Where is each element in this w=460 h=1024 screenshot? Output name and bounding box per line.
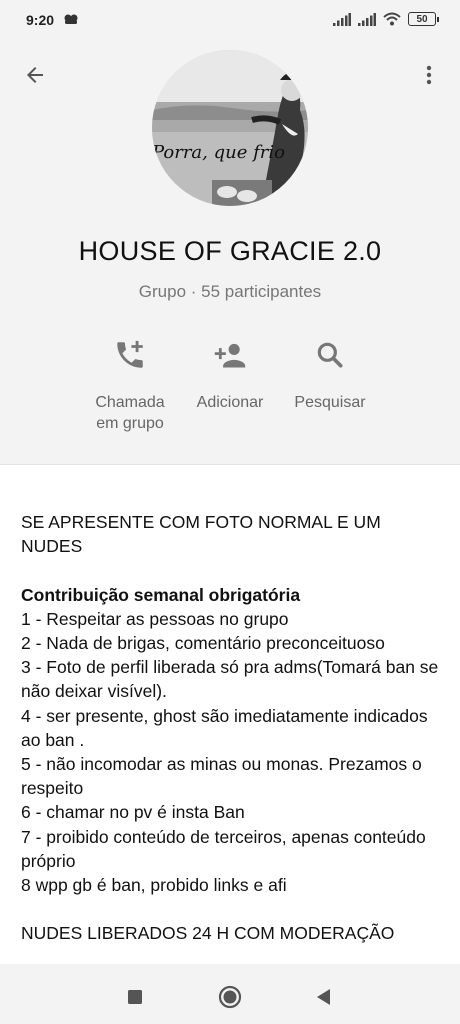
group-subtitle: Grupo · 55 participantes	[138, 282, 322, 301]
group-photo	[152, 50, 308, 206]
signal-icon	[333, 12, 351, 26]
section-divider	[0, 464, 460, 465]
rule-item: 5 - não incomodar as minas ou monas. Pre…	[21, 754, 422, 799]
group-title: HOUSE OF GRACIE 2.0	[78, 236, 382, 266]
wifi-icon	[383, 12, 401, 26]
battery-icon: 50	[408, 12, 439, 26]
status-time: 9:20	[26, 12, 55, 28]
description-footer: NUDES LIBERADOS 24 H COM MODERAÇÃO	[21, 923, 395, 944]
rule-item: 6 - chamar no pv é insta Ban	[21, 802, 245, 823]
person-add-icon	[214, 343, 246, 368]
arrow-back-icon	[27, 67, 43, 83]
rule-item: 2 - Nada de brigas, comentário preconcei…	[21, 633, 385, 653]
group-info-header: Porra, que frio HOUSE OF GRACIE 2.0 Grup…	[0, 40, 460, 464]
group-avatar[interactable]: Porra, que frio	[152, 50, 308, 206]
battery-level: 50	[416, 13, 428, 25]
add-participant-button[interactable]: Adicionar	[180, 338, 280, 413]
rule-item: 7 - proibido conteúdo de terceiros, apen…	[21, 826, 426, 871]
add-participant-label: Adicionar	[196, 394, 264, 411]
rule-item: 4 - ser presente, ghost são imediatament…	[21, 705, 428, 750]
more-options-button[interactable]	[412, 58, 446, 92]
search-icon	[317, 342, 343, 368]
recents-icon	[128, 990, 142, 1004]
group-call-label-line2: em grupo	[96, 415, 164, 432]
signal-icon-2	[358, 12, 376, 26]
back-button[interactable]	[18, 58, 52, 92]
description-heading: Contribuição semanal obrigatória	[21, 583, 446, 607]
back-nav-button[interactable]	[308, 982, 338, 1012]
add-call-icon	[117, 340, 143, 368]
status-bar: 9:20 50	[0, 0, 460, 40]
rule-item: 3 - Foto de perfil liberada só pra adms(…	[21, 657, 439, 702]
group-description: SE APRESENTE COM FOTO NORMAL E UM NUDES …	[21, 510, 446, 962]
avatar-caption: Porra, que frio	[152, 142, 285, 163]
group-call-label: Chamada em grupo	[80, 392, 180, 434]
description-intro: SE APRESENTE COM FOTO NORMAL E UM NUDES	[21, 512, 381, 557]
back-nav-icon	[317, 989, 330, 1005]
group-call-label-line1: Chamada	[95, 394, 165, 411]
search-button[interactable]: Pesquisar	[280, 338, 380, 413]
home-icon	[218, 985, 242, 1009]
description-heading-text: Contribuição semanal obrigatória	[21, 584, 301, 605]
group-call-button[interactable]: Chamada em grupo	[80, 338, 180, 434]
rule-item: 1 - Respeitar as pessoas no grupo	[21, 608, 289, 629]
home-button[interactable]	[215, 982, 245, 1012]
system-nav-bar	[0, 964, 460, 1024]
status-icons: 50	[333, 12, 439, 26]
notification-app-icon	[64, 14, 78, 24]
rule-item: 8 wpp gb é ban, probido links e afi	[21, 875, 287, 896]
search-label: Pesquisar	[294, 394, 366, 411]
more-vert-icon	[426, 65, 432, 85]
recents-button[interactable]	[120, 982, 150, 1012]
